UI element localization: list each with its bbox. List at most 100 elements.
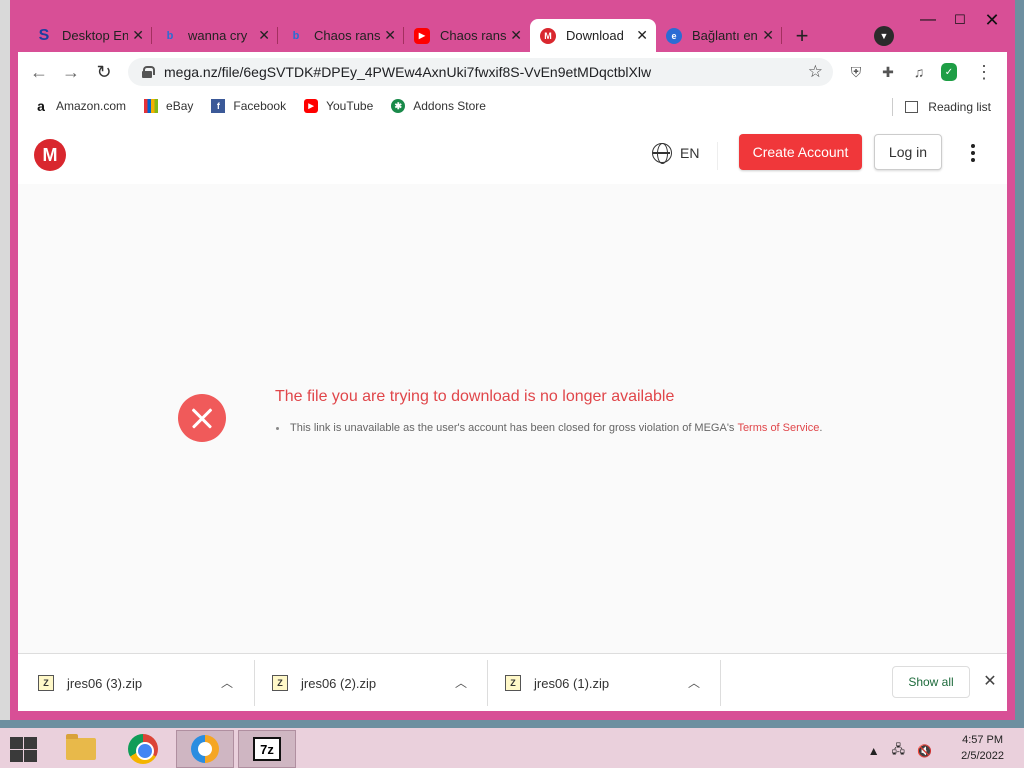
language-selector[interactable]: EN — [652, 143, 700, 164]
terms-of-service-link[interactable]: Terms of Service — [737, 422, 819, 434]
edge-icon: e — [666, 27, 682, 44]
tab-chaos-2[interactable]: ▶ Chaos rans ✕ — [404, 19, 530, 52]
bullet-icon — [276, 426, 279, 430]
tab-chaos-1[interactable]: b Chaos rans ✕ — [278, 19, 404, 52]
login-button[interactable]: Log in — [874, 134, 942, 170]
error-detail-tail: . — [819, 422, 823, 434]
bookmark-label: Facebook — [233, 99, 287, 113]
close-tab-icon[interactable]: ✕ — [636, 27, 648, 44]
bing-icon: b — [166, 29, 174, 42]
amazon-icon: a — [37, 98, 45, 114]
bookmark-amazon[interactable]: a Amazon.com — [34, 98, 127, 114]
address-bar[interactable]: mega.nz/file/6egSVTDK#DPEy_4PWEw4AxnUki7… — [128, 58, 833, 86]
close-window-button[interactable]: ✕ — [972, 0, 1012, 40]
clock-date: 2/5/2022 — [961, 750, 1004, 762]
chevron-up-icon[interactable]: ︿ — [455, 674, 467, 691]
tab-desktop[interactable]: S Desktop En ✕ — [26, 19, 152, 52]
tab-download[interactable]: M Download ✕ — [530, 19, 656, 52]
s-icon: S — [38, 26, 50, 44]
bookmark-label: Addons Store — [413, 99, 486, 113]
show-hidden-icons-icon[interactable]: ▲ — [868, 744, 880, 758]
close-tab-icon[interactable]: ✕ — [384, 27, 396, 44]
download-item[interactable]: Z jres06 (1).zip ︿ — [485, 662, 718, 704]
7zip-icon[interactable]: 7z — [238, 730, 296, 768]
mega-icon: M — [540, 27, 556, 44]
clock[interactable]: 4:57 PM 2/5/2022 — [961, 732, 1004, 764]
tab-strip: S Desktop En ✕ b wanna cry ✕ b Chaos ran… — [26, 19, 822, 52]
security-extension-icon[interactable]: ✓ — [941, 63, 957, 81]
extensions-puzzle-icon[interactable]: ✚ — [877, 61, 899, 83]
close-tab-icon[interactable]: ✕ — [258, 27, 270, 44]
back-icon[interactable]: ← — [26, 61, 52, 83]
bookmark-addons[interactable]: ✱ Addons Store — [391, 99, 486, 113]
forward-icon[interactable]: → — [58, 61, 84, 83]
zip-file-icon: Z — [505, 675, 521, 691]
downloads-bar: Z jres06 (3).zip ︿ Z jres06 (2).zip ︿ Z … — [18, 653, 1007, 711]
bookmark-star-icon[interactable]: ☆ — [808, 62, 823, 82]
close-tab-icon[interactable]: ✕ — [510, 27, 522, 44]
reading-list[interactable]: Reading list — [892, 98, 991, 116]
network-icon[interactable]: 🖧 — [892, 740, 905, 761]
lock-icon — [142, 66, 155, 78]
tab-baglanti[interactable]: e Bağlantı en ✕ — [656, 19, 782, 52]
youtube-icon: ▶ — [304, 99, 319, 113]
chrome-taskbar-icon[interactable] — [114, 730, 172, 768]
tab-title: Bağlantı en — [692, 28, 758, 43]
tab-title: Chaos rans — [440, 28, 507, 43]
show-all-downloads-button[interactable]: Show all — [892, 666, 970, 698]
chevron-up-icon[interactable]: ︿ — [221, 674, 233, 691]
mega-header: M EN Create Account Log in — [18, 122, 1007, 184]
reading-list-label: Reading list — [928, 100, 991, 114]
download-filename: jres06 (3).zip — [67, 675, 143, 691]
close-tab-icon[interactable]: ✕ — [132, 27, 144, 44]
error-detail-text: This link is unavailable as the user's a… — [290, 422, 735, 434]
volume-muted-icon[interactable]: 🔇 — [917, 744, 932, 758]
bookmark-facebook[interactable]: f Facebook — [211, 99, 286, 113]
start-button[interactable] — [8, 736, 38, 762]
mega-logo[interactable]: M — [34, 139, 66, 171]
youtube-icon: ▶ — [414, 27, 430, 44]
close-downloads-icon[interactable]: ✕ — [980, 671, 1000, 691]
browser-toolbar: ← → ↻ mega.nz/file/6egSVTDK#DPEy_4PWEw4A… — [18, 52, 1007, 122]
tab-title: wanna cry — [188, 28, 248, 43]
tab-title: Chaos rans — [314, 28, 381, 43]
create-account-button[interactable]: Create Account — [739, 134, 862, 170]
download-filename: jres06 (1).zip — [534, 675, 610, 691]
bing-icon: b — [292, 29, 300, 42]
reading-list-icon — [905, 101, 919, 113]
media-control-icon[interactable]: ♫ — [908, 61, 930, 83]
download-filename: jres06 (2).zip — [301, 675, 377, 691]
extension-shield-icon[interactable]: ⛨ — [845, 61, 867, 83]
download-item[interactable]: Z jres06 (2).zip ︿ — [252, 662, 485, 704]
tab-wanna-cry[interactable]: b wanna cry ✕ — [152, 19, 278, 52]
tab-title: Desktop En — [62, 28, 129, 43]
facebook-icon: f — [211, 99, 226, 113]
chevron-up-icon[interactable]: ︿ — [688, 674, 700, 691]
close-tab-icon[interactable]: ✕ — [762, 27, 774, 44]
menu-icon[interactable]: ⋮ — [973, 61, 995, 83]
bookmark-youtube[interactable]: ▶ YouTube — [304, 99, 373, 113]
zip-file-icon: Z — [38, 675, 54, 691]
page-content: M EN Create Account Log in The file you … — [18, 122, 1007, 653]
taskbar: 7z ▲ 🖧 🔇 4:57 PM 2/5/2022 — [0, 728, 1024, 768]
vpn-app-icon[interactable] — [176, 730, 234, 768]
file-explorer-icon[interactable] — [52, 730, 110, 768]
clock-time: 4:57 PM — [962, 734, 1004, 746]
bookmark-label: Amazon.com — [56, 99, 127, 113]
error-x-icon — [178, 394, 226, 442]
more-menu-icon[interactable] — [963, 142, 983, 164]
error-detail: This link is unavailable as the user's a… — [276, 422, 822, 434]
globe-icon — [652, 143, 672, 164]
system-tray: ▲ 🖧 🔇 — [856, 740, 932, 761]
language-label: EN — [680, 145, 700, 161]
bookmark-label: eBay — [166, 99, 194, 113]
download-item[interactable]: Z jres06 (3).zip ︿ — [18, 662, 251, 704]
new-tab-button[interactable]: + — [782, 19, 822, 52]
addons-icon: ✱ — [391, 99, 406, 113]
bookmarks-bar: a Amazon.com eBay f Facebook ▶ YouTube ✱… — [18, 92, 1007, 120]
ebay-icon — [144, 99, 159, 113]
bookmark-ebay[interactable]: eBay — [144, 99, 193, 113]
bookmark-label: YouTube — [326, 99, 374, 113]
reload-icon[interactable]: ↻ — [91, 61, 117, 83]
tab-search-icon[interactable]: ▼ — [874, 26, 894, 46]
